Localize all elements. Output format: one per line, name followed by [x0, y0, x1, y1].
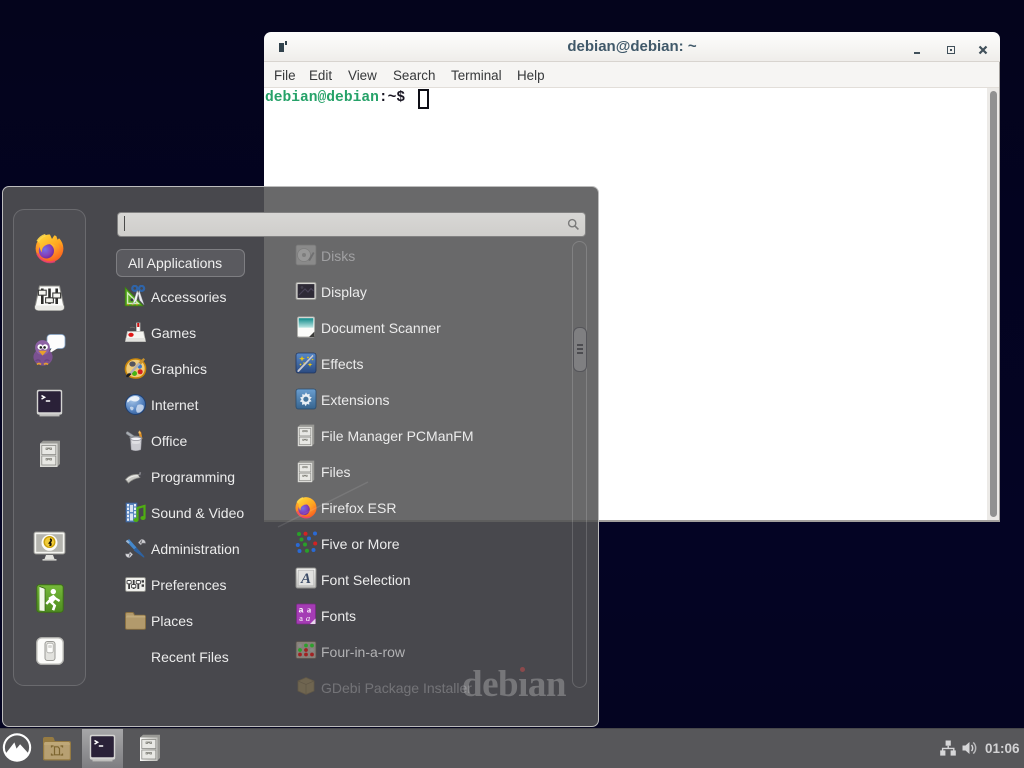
svg-text:a: a	[299, 613, 303, 623]
svg-text:A: A	[300, 571, 311, 587]
svg-text:a: a	[306, 613, 310, 623]
